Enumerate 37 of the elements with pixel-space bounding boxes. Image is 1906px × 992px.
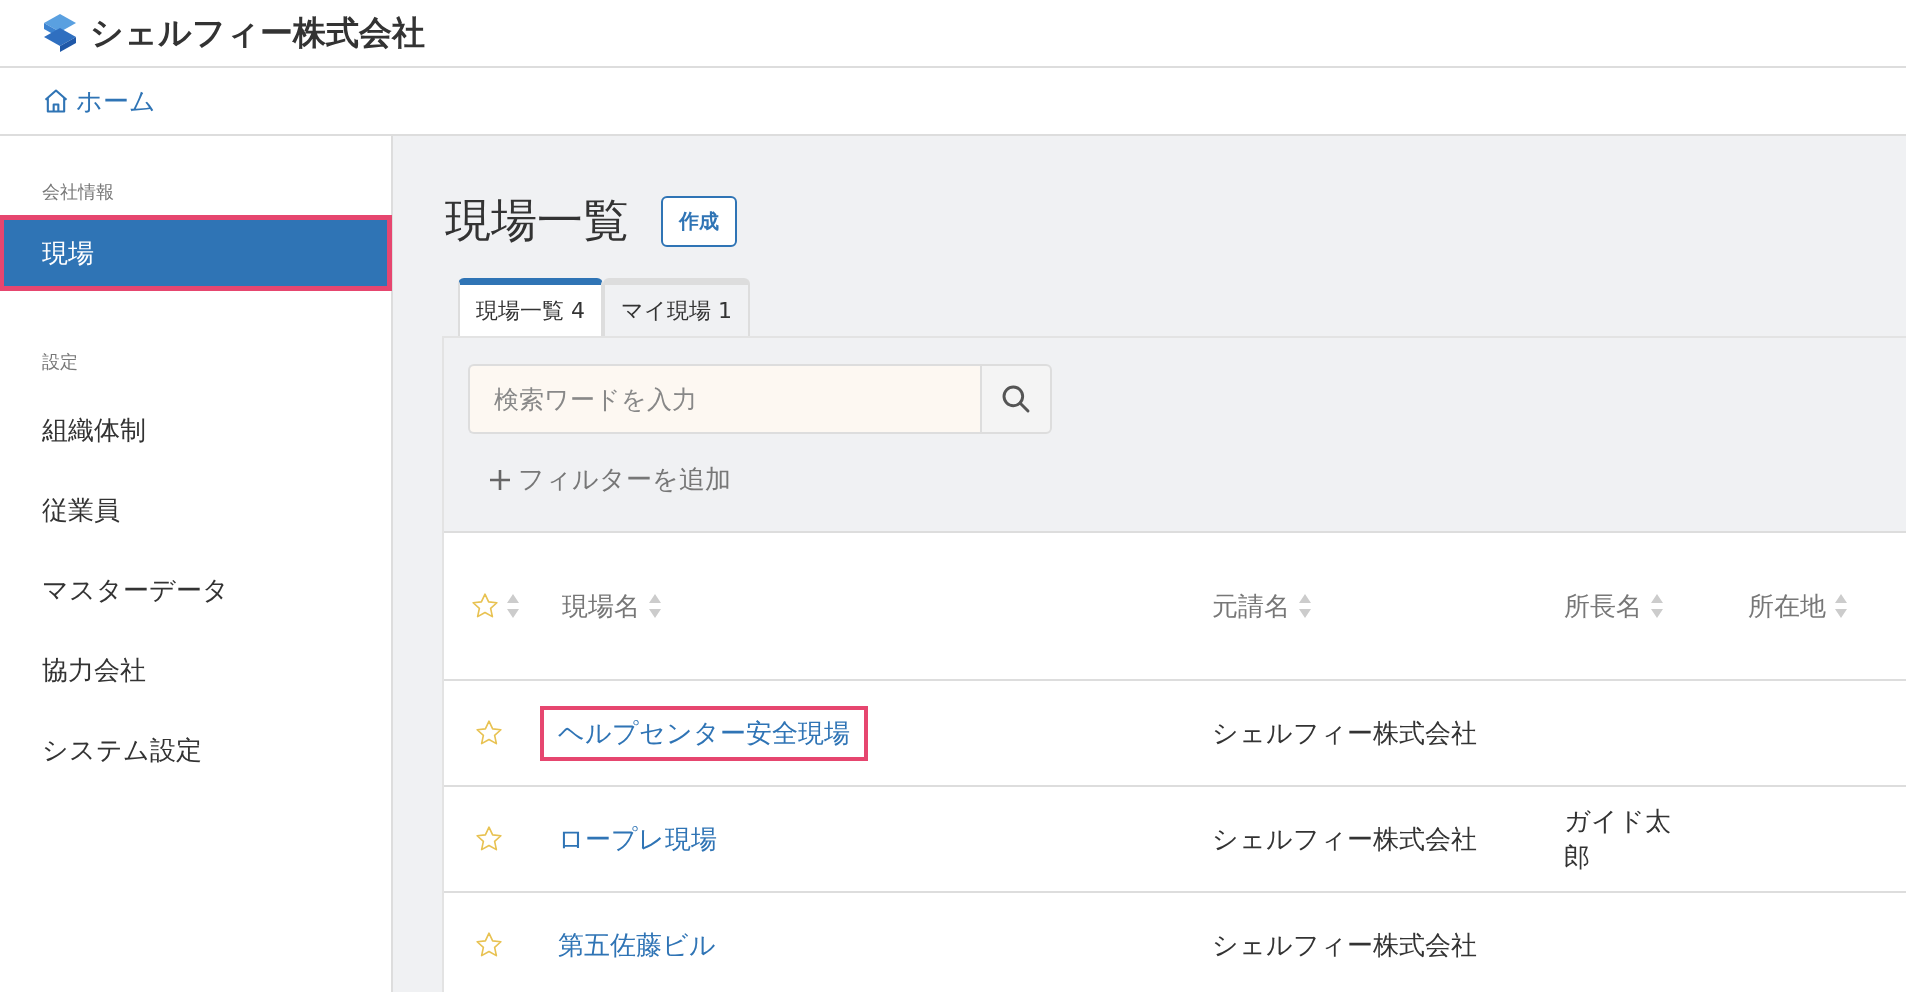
column-header[interactable]: 現場名 <box>562 588 640 624</box>
table-cell-text: シェルフィー株式会社 <box>1212 822 1478 856</box>
home-icon <box>42 87 70 115</box>
column-header[interactable]: 元請名 <box>1212 588 1290 624</box>
sidebar-item[interactable]: 組織体制 <box>0 386 391 466</box>
table-cell-text: ガイド太郎 <box>1564 804 1672 874</box>
sort-icon[interactable] <box>1298 593 1312 619</box>
sort-icon[interactable] <box>648 593 662 619</box>
site-name-link[interactable]: 第五佐藤ビル <box>540 917 734 973</box>
sort-icon[interactable] <box>506 593 520 619</box>
plus-icon <box>488 467 512 492</box>
home-link[interactable]: ホーム <box>42 83 156 119</box>
sidebar-item[interactable]: 従業員 <box>0 466 391 546</box>
site-name-link[interactable]: ヘルプセンター安全現場 <box>540 705 868 761</box>
section-label: 会社情報 <box>41 180 115 204</box>
create-button[interactable]: 作成 <box>661 195 737 247</box>
sidebar-item[interactable]: マスターデータ <box>0 546 391 626</box>
search-button[interactable] <box>980 364 1052 434</box>
sort-icon[interactable] <box>1834 593 1848 619</box>
column-header[interactable]: 所在地 <box>1748 588 1826 624</box>
add-filter-button[interactable]: フィルターを追加 <box>488 462 731 497</box>
table-cell-text: シェルフィー株式会社 <box>1212 716 1478 750</box>
page-title: 現場一覧 <box>445 192 629 249</box>
site-name-link[interactable]: ロープレ現場 <box>540 811 735 867</box>
column-header[interactable]: 所長名 <box>1564 588 1642 624</box>
section-label: 設定 <box>41 350 79 374</box>
company-name: シェルフィー株式会社 <box>90 11 425 54</box>
sidebar-item[interactable]: 協力会社 <box>0 626 391 706</box>
tab[interactable]: マイ現場 1 <box>603 278 750 336</box>
tab[interactable]: 現場一覧 4 <box>458 278 603 336</box>
sort-icon[interactable] <box>1650 593 1664 619</box>
table-cell-text: シェルフィー株式会社 <box>1212 928 1478 962</box>
search-field[interactable]: 検索ワードを入力 <box>468 364 980 434</box>
sidebar-item[interactable]: システム設定 <box>0 706 391 786</box>
sidebar-item[interactable]: 現場 <box>0 216 391 290</box>
search-icon <box>1000 383 1032 415</box>
logo-icon <box>42 14 78 52</box>
